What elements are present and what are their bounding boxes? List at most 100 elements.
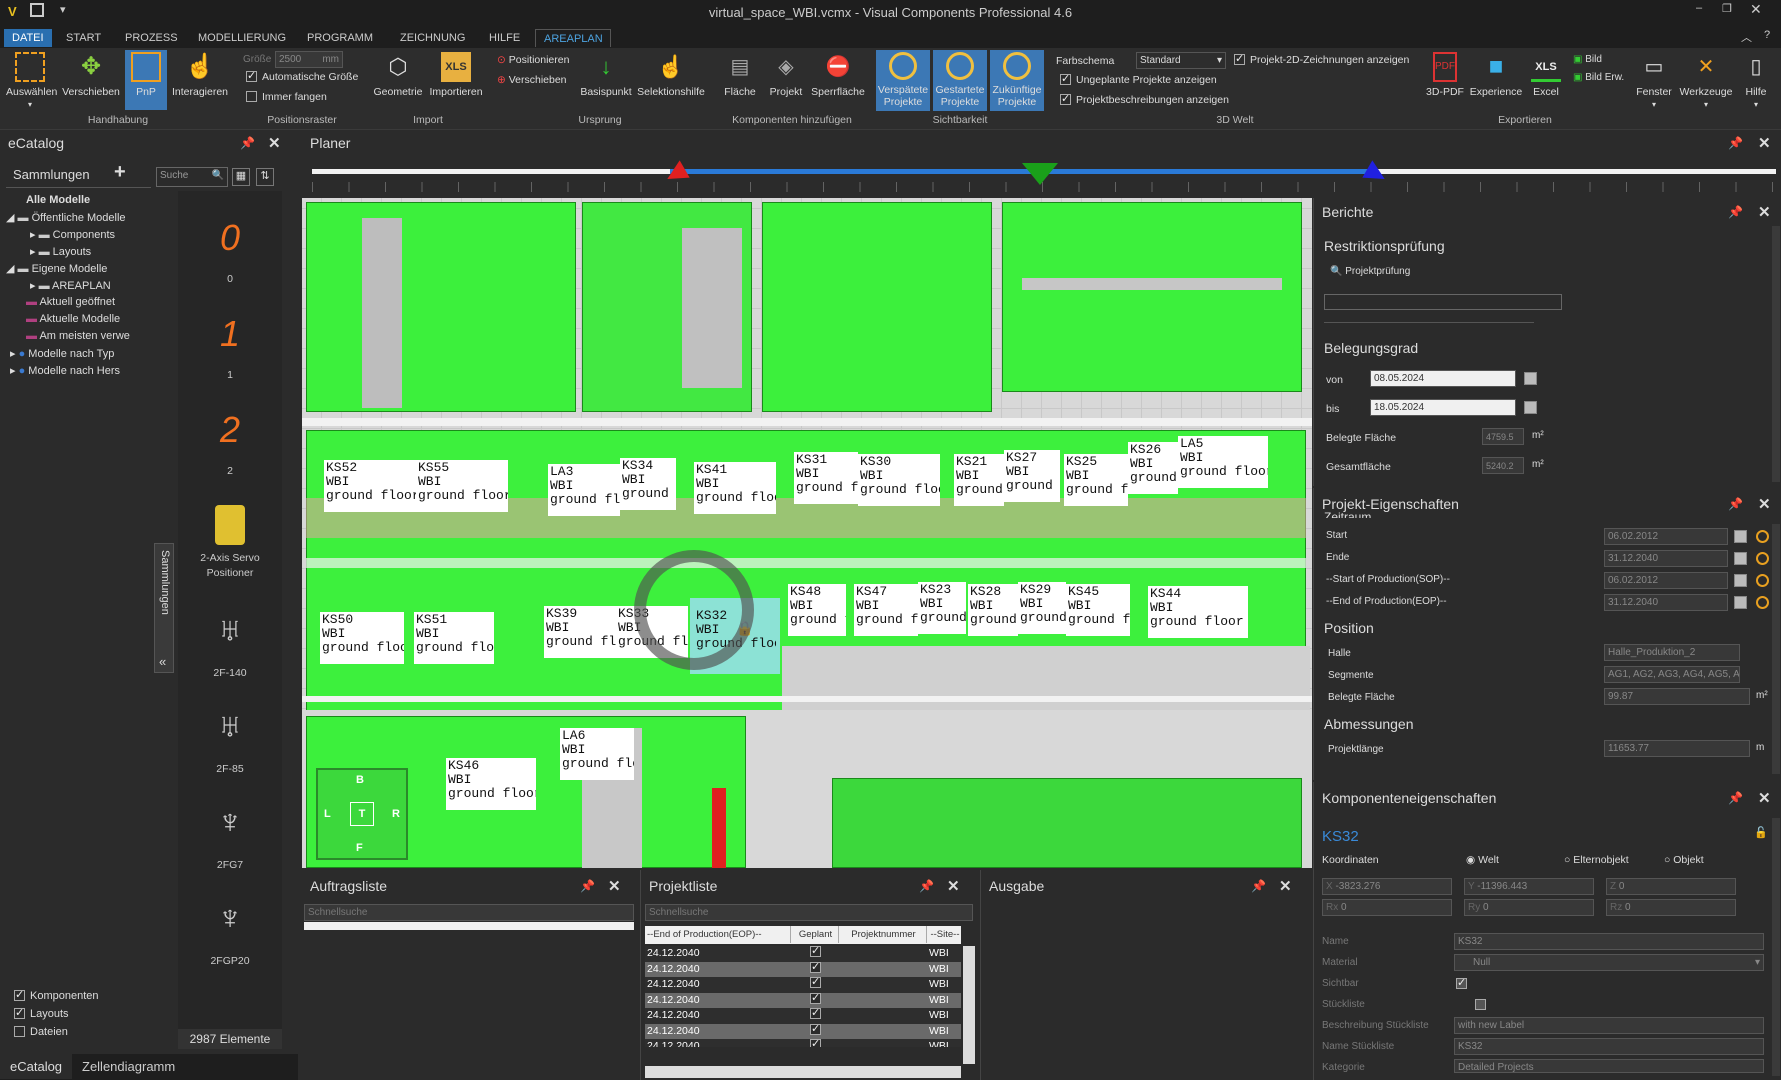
add-collection-icon[interactable]: + (114, 161, 126, 184)
eop-date-field[interactable]: 31.12.2040 (1604, 594, 1728, 611)
table-row[interactable]: 24.12.2040WBI (645, 975, 961, 993)
collapse-ribbon-icon[interactable]: ︿ (1741, 29, 1752, 45)
building-block[interactable] (306, 202, 576, 412)
bis-date-input[interactable]: 18.05.2024 (1370, 399, 1516, 416)
positionieren-button[interactable]: ⊙ Positionieren (497, 54, 569, 66)
calendar-icon[interactable] (1734, 552, 1747, 565)
filter-layouts[interactable]: Layouts (14, 1006, 69, 1020)
close-icon[interactable]: ✕ (1758, 495, 1771, 513)
project-label-ks46[interactable]: KS46 WBI ground floor (446, 758, 536, 810)
rz-field[interactable]: Rz 0 (1606, 899, 1736, 916)
collections-side-tab[interactable]: Sammlungen « (154, 543, 174, 673)
tree-areaplan[interactable]: ▸ ▬ AREAPLAN (6, 279, 156, 296)
geometry-button[interactable]: ⬡ Geometrie (372, 52, 424, 98)
project-label-ks45[interactable]: KS45 WBI ground floor (1066, 584, 1130, 636)
pdf3d-button[interactable]: PDF 3D-PDF (1424, 52, 1466, 98)
minimize-icon[interactable]: – (1696, 2, 1702, 14)
show-2d-drawings-checkbox[interactable]: Projekt-2D-Zeichnungen anzeigen (1234, 52, 1409, 66)
basispunkt-button[interactable]: ↓ Basispunkt (578, 52, 634, 98)
close-icon[interactable]: ✕ (268, 134, 281, 152)
catalog-item[interactable]: ♅ 2F-140 (178, 611, 282, 679)
navigation-cube[interactable]: B L T R F (316, 768, 408, 860)
tree-alle-modelle[interactable]: Alle Modelle (6, 194, 156, 211)
menu-programm[interactable]: PROGRAMM (299, 29, 381, 47)
calendar-icon[interactable] (1734, 530, 1747, 543)
help-icon[interactable]: ? (1764, 29, 1770, 41)
excel-button[interactable]: XLS Excel (1526, 52, 1566, 98)
project-label-ks52[interactable]: KS52 WBI ground floor (324, 460, 416, 512)
scrollbar[interactable] (1772, 524, 1780, 774)
snap-checkbox[interactable]: Immer fangen (246, 91, 327, 103)
menu-modellierung[interactable]: MODELLIERUNG (190, 29, 294, 47)
project-label-ks29[interactable]: KS29 WBI ground floor (1018, 582, 1066, 634)
auto-size-checkbox[interactable]: Automatische Größe (246, 69, 358, 83)
col-eop[interactable]: --End of Production(EOP)-- (647, 926, 791, 943)
rx-field[interactable]: Rx 0 (1322, 899, 1452, 916)
calendar-icon[interactable] (1524, 372, 1537, 385)
cube-right[interactable]: R (392, 808, 400, 820)
table-row[interactable]: 24.12.2040WBI (645, 991, 961, 1008)
cube-front[interactable]: F (356, 842, 363, 854)
projekt-button[interactable]: ◈ Projekt (764, 52, 808, 98)
ry-field[interactable]: Ry 0 (1464, 899, 1594, 916)
pin-icon[interactable]: 📌 (240, 136, 255, 150)
col-geplant[interactable]: Geplant (793, 926, 839, 943)
project-label-ks55[interactable]: KS55 WBI ground floor (416, 460, 508, 512)
menu-start[interactable]: START (58, 29, 109, 47)
catalog-search-input[interactable]: Suche 🔍 (156, 167, 228, 187)
show-unplanned-checkbox[interactable]: Ungeplante Projekte anzeigen (1060, 72, 1217, 86)
project-label-la5[interactable]: LA5 WBI ground floor (1178, 436, 1268, 488)
tree-aktuelle[interactable]: ▬ Aktuelle Modelle (6, 313, 156, 330)
project-label-ks23[interactable]: KS23 WBI ground floor (918, 582, 966, 634)
bild-button[interactable]: ▣ Bild (1573, 54, 1602, 65)
table-row[interactable]: 24.12.2040WBI (645, 944, 961, 962)
pin-icon[interactable]: 📌 (1728, 497, 1743, 511)
clock-icon[interactable] (1756, 552, 1769, 565)
sperrflaeche-button[interactable]: ⛔ Sperrfläche (810, 52, 866, 98)
prop-kategorie-field[interactable]: Detailed Projects (1454, 1059, 1764, 1073)
tree-aktuell[interactable]: ▬ Aktuell geöffnet (6, 296, 156, 313)
started-projects-toggle[interactable]: Gestartete Projekte (933, 50, 987, 111)
lock-icon[interactable]: 🔓 (1754, 826, 1768, 839)
project-label-ks39[interactable]: KS39 WBI ground floor (544, 606, 616, 658)
close-icon[interactable]: ✕ (1758, 203, 1771, 221)
tab-zellendiagramm[interactable]: Zellendiagramm (72, 1054, 185, 1079)
calendar-icon[interactable] (1524, 401, 1537, 414)
z-coord-field[interactable]: Z 0 (1606, 878, 1736, 895)
sop-date-field[interactable]: 06.02.2012 (1604, 572, 1728, 589)
verschieben-origin-button[interactable]: ⊕ Verschieben (497, 74, 567, 86)
import-button[interactable]: XLS Importieren (426, 52, 486, 98)
catalog-item[interactable]: ♆ 2FG7 (178, 803, 282, 871)
project-label-la6[interactable]: LA6 WBI ground floor (560, 728, 634, 780)
projektpruefung-button[interactable]: 🔍 Projektprüfung (1330, 266, 1410, 277)
tree-typ[interactable]: ▸ ● Modelle nach Typ (6, 347, 156, 364)
timeline[interactable] (306, 158, 1776, 198)
start-date-field[interactable]: 06.02.2012 (1604, 528, 1728, 545)
project-label-ks26[interactable]: KS26 WBI ground floor (1128, 442, 1178, 494)
fenster-button[interactable]: ▭ Fenster ▾ (1630, 52, 1678, 110)
col-site[interactable]: --Site-- (929, 926, 961, 943)
clock-icon[interactable] (1756, 574, 1769, 587)
delayed-projects-toggle[interactable]: Verspätete Projekte (876, 50, 930, 111)
projekt-search-input[interactable]: Schnellsuche (645, 904, 973, 921)
cube-left[interactable]: L (324, 808, 331, 820)
pnp-button[interactable]: PnP (125, 50, 167, 110)
hilfe-button[interactable]: ▯ Hilfe ▾ (1734, 52, 1778, 110)
catalog-item[interactable]: 2-Axis Servo Positioner (178, 505, 282, 581)
farbschema-select[interactable]: Standard ▾ (1136, 52, 1226, 69)
objekt-radio[interactable]: ○ Objekt (1664, 854, 1704, 866)
project-label-ks44[interactable]: KS44 WBI ground floor (1148, 586, 1248, 638)
pin-icon[interactable]: 📌 (580, 879, 595, 893)
pin-icon[interactable]: 📌 (1728, 205, 1743, 219)
prop-beschreibung-field[interactable]: with new Label (1454, 1017, 1764, 1034)
prop-name-stueckliste-field[interactable]: KS32 (1454, 1038, 1764, 1055)
cube-back[interactable]: B (356, 774, 364, 786)
size-input[interactable]: 2500 mm (275, 51, 343, 68)
restore-icon[interactable]: ❐ (1722, 2, 1732, 15)
x-coord-field[interactable]: X -3823.276 (1322, 878, 1452, 895)
table-row[interactable]: 24.12.2040WBI (645, 1039, 961, 1047)
project-label-ks25[interactable]: KS25 WBI ground floor (1064, 454, 1128, 506)
pin-icon[interactable]: 📌 (1728, 791, 1743, 805)
flaeche-button[interactable]: ▤ Fläche (718, 52, 762, 98)
tree-components[interactable]: ▸ ▬ Components (6, 228, 156, 245)
